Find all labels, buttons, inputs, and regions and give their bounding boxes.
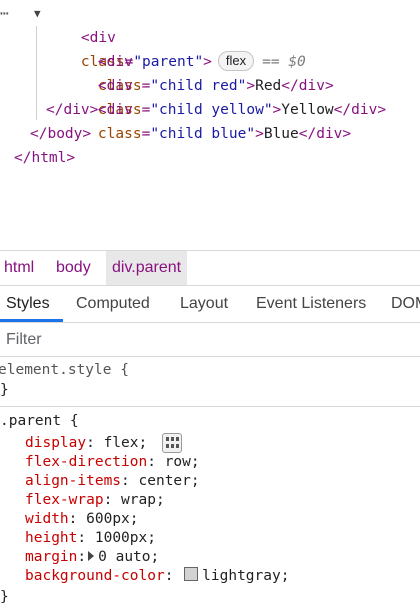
tree-node-child-red[interactable]: <div class="child red">Red</div> [63, 26, 334, 94]
tab-event-listeners[interactable]: Event Listeners [256, 286, 366, 322]
sidebar-tabs: Styles Computed Layout Event Listeners D… [0, 285, 420, 323]
css-value: center [138, 473, 191, 489]
css-value: 600px [86, 511, 130, 527]
node-text: Yellow [281, 102, 334, 118]
elements-tree: ⋯ ▼ <div class="parent"> flex == $0 <div c… [0, 0, 420, 250]
tree-node-child-blue[interactable]: <div class="child blue">Blue</div> [63, 74, 351, 142]
css-value: row [164, 454, 191, 470]
css-prop: width [25, 511, 69, 527]
rule-divider [0, 406, 420, 407]
decl-margin[interactable]: margin: 0 auto; [25, 548, 159, 567]
element-style-close: } [0, 382, 9, 398]
css-value: 1000px [94, 530, 148, 546]
tab-styles[interactable]: Styles [6, 286, 50, 322]
flexbox-editor-icon[interactable] [162, 433, 182, 453]
css-prop: flex-wrap [25, 492, 104, 508]
node-text: Blue [263, 126, 299, 142]
filter-input[interactable] [4, 329, 388, 351]
css-value: flex [103, 435, 139, 451]
breadcrumb: html body div.parent [0, 250, 420, 285]
parent-rule-close: } [0, 589, 9, 605]
tree-node-child-yellow[interactable]: <div class="child yellow">Yellow</div> [63, 50, 386, 118]
tree-close-html[interactable]: </html> [14, 146, 75, 170]
css-value: 0 auto [98, 549, 151, 565]
css-prop: display [25, 435, 87, 451]
parent-rule-selector[interactable]: .parent { [0, 412, 79, 431]
indent-guide [36, 26, 37, 120]
decl-align-items[interactable]: align-items: center; [25, 472, 200, 491]
breadcrumb-html[interactable]: html [0, 251, 40, 285]
css-prop: height [25, 530, 78, 546]
tag-name: div [106, 102, 133, 118]
decl-height[interactable]: height: 1000px; [25, 529, 156, 548]
color-swatch-icon[interactable] [184, 567, 199, 581]
tree-close-div[interactable]: </div> [46, 98, 98, 122]
tree-close-body[interactable]: </body> [30, 122, 91, 146]
expand-triangle-icon[interactable] [88, 551, 95, 561]
decl-display[interactable]: display: flex; [25, 434, 147, 453]
filter-bar [0, 322, 420, 357]
attr-name: class [97, 126, 142, 142]
decl-flex-wrap[interactable]: flex-wrap: wrap; [25, 491, 165, 510]
breadcrumb-div-parent[interactable]: div.parent [106, 251, 188, 285]
css-prop: background-color [25, 568, 165, 584]
triangle-down-icon[interactable]: ▼ [34, 2, 41, 26]
decl-flex-direction[interactable]: flex-direction: row; [25, 453, 200, 472]
attr-value: child blue [159, 126, 247, 142]
tab-computed[interactable]: Computed [76, 286, 150, 322]
breadcrumb-body[interactable]: body [50, 251, 97, 285]
tree-node-parent[interactable]: <div class="parent"> flex == $0 [46, 2, 306, 71]
css-prop: margin [25, 549, 78, 565]
tab-layout[interactable]: Layout [180, 286, 228, 322]
more-dots-icon[interactable]: ⋯ [0, 2, 9, 26]
tab-dom[interactable]: DOM [391, 286, 420, 322]
decl-width[interactable]: width: 600px; [25, 510, 139, 529]
css-value: wrap [121, 492, 156, 508]
decl-background-color[interactable]: background-color: lightgray; [25, 567, 289, 586]
attr-value: child yellow [159, 102, 264, 118]
css-value: lightgray [202, 568, 281, 584]
css-prop: flex-direction [25, 454, 148, 470]
css-prop: align-items [25, 473, 122, 489]
element-style-selector[interactable]: element.style { [0, 361, 129, 380]
